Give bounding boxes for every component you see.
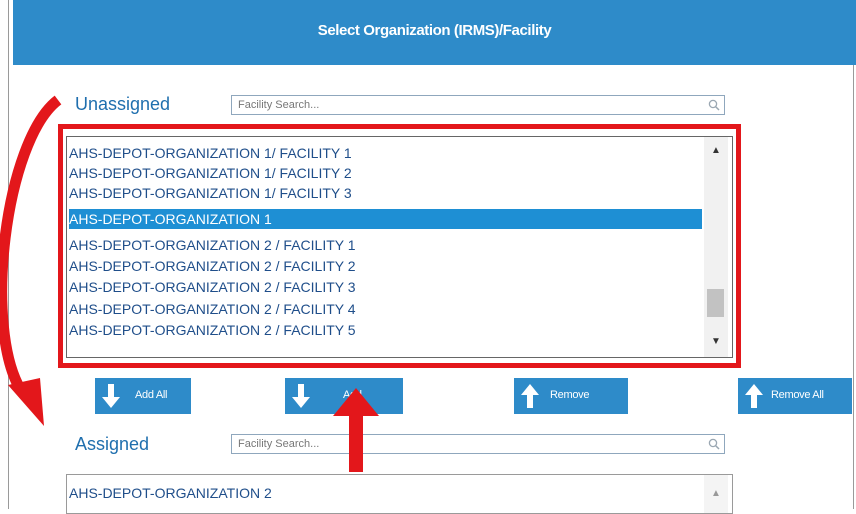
assigned-scrollbar[interactable]: ▲ [704, 475, 728, 513]
list-item[interactable]: AHS-DEPOT-ORGANIZATION 2 / FACILITY 5 [69, 320, 356, 340]
list-item[interactable]: AHS-DEPOT-ORGANIZATION 1/ FACILITY 1 [69, 143, 352, 163]
remove-all-label: Remove All [771, 389, 824, 401]
add-label: Add [343, 389, 362, 401]
arrow-down-icon [292, 384, 310, 408]
list-item[interactable]: AHS-DEPOT-ORGANIZATION 1/ FACILITY 3 [69, 183, 352, 203]
arrow-up-icon [521, 384, 539, 408]
list-item[interactable]: AHS-DEPOT-ORGANIZATION 2 / FACILITY 1 [69, 235, 356, 255]
add-button[interactable]: Add [285, 378, 403, 414]
scroll-down-icon[interactable]: ▼ [704, 333, 728, 351]
scroll-up-icon[interactable]: ▲ [704, 142, 728, 160]
assigned-label: Assigned [75, 434, 150, 454]
unassigned-label: Unassigned [75, 94, 171, 114]
unassigned-search-input[interactable]: Facility Search... [231, 95, 725, 115]
unassigned-search-placeholder: Facility Search... [238, 99, 320, 111]
remove-all-button[interactable]: Remove All [738, 378, 852, 414]
add-all-label: Add All [135, 389, 168, 401]
scrollbar-thumb[interactable] [707, 289, 724, 317]
list-item[interactable]: AHS-DEPOT-ORGANIZATION 1/ FACILITY 2 [69, 163, 352, 183]
list-item[interactable]: AHS-DEPOT-ORGANIZATION 2 / FACILITY 3 [69, 277, 356, 297]
scroll-up-icon[interactable]: ▲ [704, 485, 728, 503]
remove-button[interactable]: Remove [514, 378, 628, 414]
unassigned-list[interactable]: AHS-DEPOT-ORGANIZATION 1/ FACILITY 1 AHS… [66, 136, 733, 358]
unassigned-scrollbar[interactable]: ▲ ▼ [704, 137, 728, 357]
arrow-down-icon [102, 384, 120, 408]
assigned-search-placeholder: Facility Search... [238, 438, 320, 450]
list-item[interactable]: AHS-DEPOT-ORGANIZATION 2 / FACILITY 4 [69, 299, 356, 319]
assigned-list[interactable]: AHS-DEPOT-ORGANIZATION 2 ▲ [66, 474, 733, 514]
search-icon[interactable] [708, 99, 720, 111]
list-item-selected[interactable]: AHS-DEPOT-ORGANIZATION 1 [69, 209, 702, 229]
assigned-search-input[interactable]: Facility Search... [231, 434, 725, 454]
list-item[interactable]: AHS-DEPOT-ORGANIZATION 2 [69, 483, 272, 503]
arrow-up-icon [745, 384, 763, 408]
add-all-button[interactable]: Add All [95, 378, 191, 414]
search-icon[interactable] [708, 438, 720, 450]
list-item[interactable]: AHS-DEPOT-ORGANIZATION 2 / FACILITY 2 [69, 256, 356, 276]
dialog-header: Select Organization (IRMS)/Facility [13, 0, 856, 65]
dialog-title: Select Organization (IRMS)/Facility [317, 22, 552, 39]
remove-label: Remove [550, 389, 590, 401]
